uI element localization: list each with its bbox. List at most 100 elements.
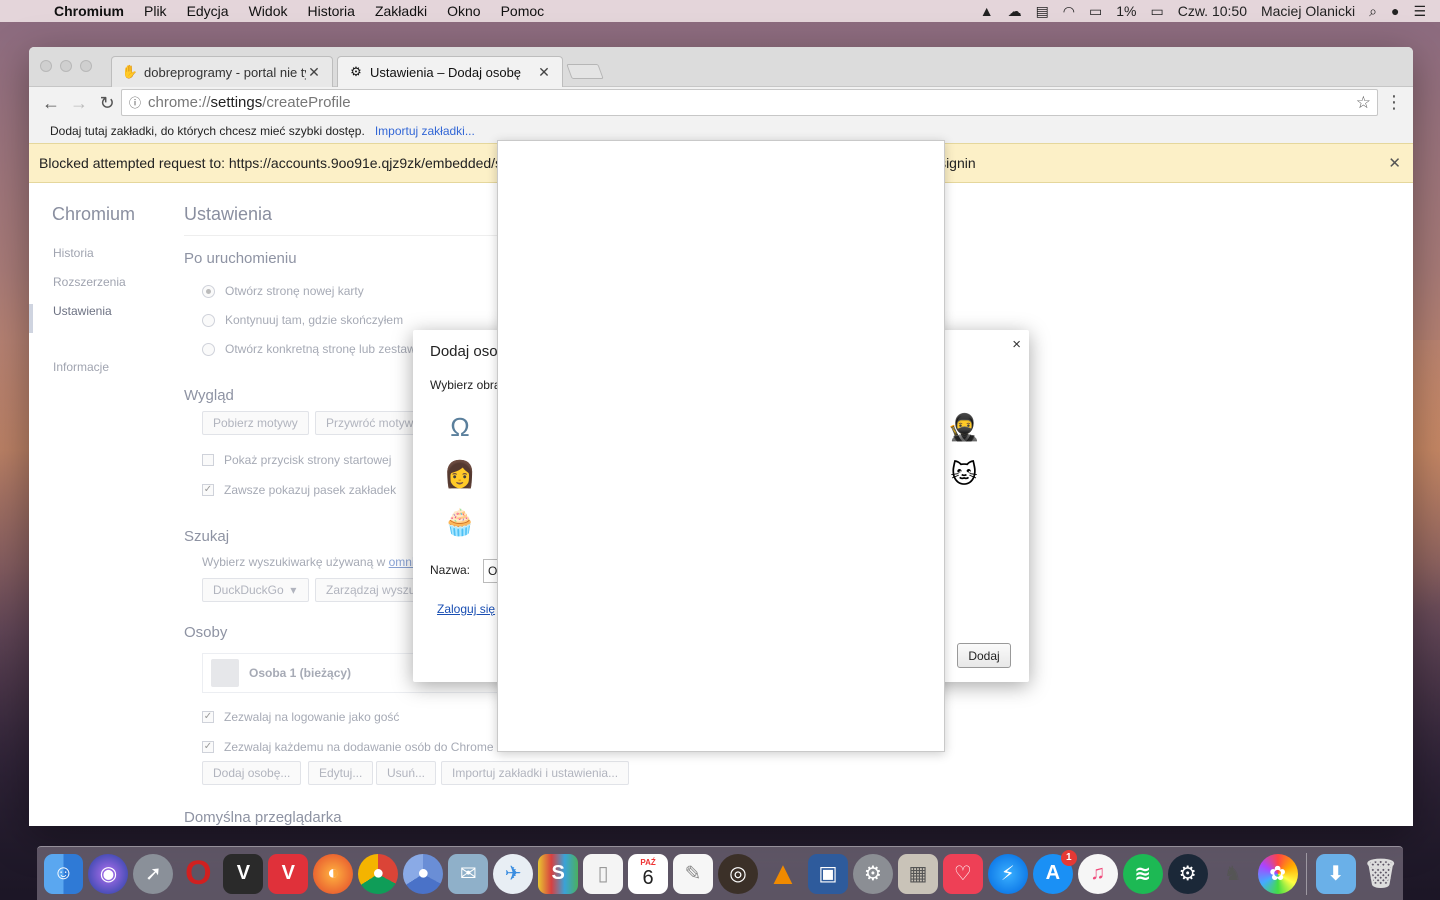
edit-person-button[interactable]: Edytuj... [308,761,374,785]
document-icon[interactable]: ▯ [583,853,624,894]
photos-icon[interactable]: ✿ [1257,853,1298,894]
vivaldi-icon[interactable]: V [268,853,309,894]
system-preferences-icon[interactable]: ⚙ [852,853,893,894]
show-bookmarks-option[interactable]: ✓ Zawsze pokazuj pasek zakładek [202,483,396,497]
import-settings-button[interactable]: Importuj zakładki i ustawienia... [441,761,630,785]
avatar-cupcake-icon[interactable]: 🧁 [443,505,477,539]
menu-bookmarks[interactable]: Zakładki [375,3,427,19]
get-themes-button[interactable]: Pobierz motywy [202,411,309,435]
notification-center-icon[interactable]: ☰ [1413,3,1426,20]
calendar-icon[interactable]: PAŹ 6 [628,853,669,894]
guest-option[interactable]: ✓ Zezwalaj na logowanie jako gość [202,710,399,724]
tab-dobreprogramy[interactable]: ✋ dobreprogramy - portal nie tylk ✕ [111,56,333,87]
forward-icon[interactable]: → [65,89,93,117]
menu-app-name[interactable]: Chromium [54,3,124,19]
sidebar-item-history[interactable]: Historia [53,246,126,275]
startup-option-continue[interactable]: Kontynuuj tam, gdzie skończyłem [202,313,403,327]
preview-icon[interactable]: ✉ [448,853,489,894]
show-home-option[interactable]: Pokaż przycisk strony startowej [202,453,391,467]
itunes-icon[interactable]: ♫ [1077,853,1118,894]
menu-kebab-icon[interactable]: ⋮ [1385,92,1403,113]
address-bar[interactable]: ⓘ chrome://settings/createProfile ☆ [121,89,1378,116]
spotify-icon[interactable]: ≋ [1122,853,1163,894]
checkbox-checked-icon[interactable]: ✓ [202,484,214,496]
finder-icon[interactable]: ☺ [43,853,84,894]
zoom-window-button[interactable] [80,60,92,72]
startup-option-new-tab[interactable]: Otwórz stronę nowej karty [202,284,364,298]
close-infobar-icon[interactable]: ✕ [1388,154,1401,172]
pocket-icon[interactable]: ♡ [942,853,983,894]
trash-icon[interactable]: 🗑 [1361,854,1401,894]
back-icon[interactable]: ← [37,89,65,117]
anyone-add-option[interactable]: ✓ Zezwalaj każdemu na dodawanie osób do C… [202,740,494,754]
avatar-cat-icon[interactable]: 🐱 [947,457,981,491]
audio-icon[interactable]: ◎ [718,853,758,894]
menu-history[interactable]: Historia [308,3,355,19]
manage-search-button[interactable]: Zarządzaj wyszu [315,578,427,602]
sidebar-item-settings[interactable]: Ustawienia [29,304,126,333]
checkbox-checked-icon[interactable]: ✓ [202,741,214,753]
startup-option-specific[interactable]: Otwórz konkretną stronę lub zestaw [202,342,416,356]
launchpad-icon[interactable]: ➚ [133,853,174,894]
import-bookmarks-link[interactable]: Importuj zakładki... [375,124,475,138]
add-button[interactable]: Dodaj [957,643,1011,668]
chrome-icon[interactable]: ● [358,853,399,894]
reload-icon[interactable]: ↻ [93,89,121,117]
gimp-icon[interactable]: ♞ [1213,854,1253,894]
close-tab-icon[interactable]: ✕ [536,64,552,81]
close-tab-icon[interactable]: ✕ [306,64,322,81]
airplay-icon[interactable]: ▭ [1089,3,1102,20]
reset-theme-button[interactable]: Przywróć motyw [315,411,425,435]
user-name[interactable]: Maciej Olanicki [1261,3,1355,19]
virtualbox-icon[interactable]: ▣ [807,853,848,894]
chromium-icon[interactable]: ● [403,853,444,894]
close-icon[interactable]: × [1012,336,1021,353]
sidebar-item-about[interactable]: Informacje [53,360,126,389]
messenger-icon[interactable]: ⚡ [987,853,1028,894]
memory-icon[interactable]: ▤ [1036,3,1049,20]
checkbox-checked-icon[interactable]: ✓ [202,711,214,723]
omnibox-link[interactable]: omni [389,555,415,569]
menu-window[interactable]: Okno [447,3,480,19]
sidebar-item-extensions[interactable]: Rozszerzenia [53,275,126,304]
checkbox-icon[interactable] [202,454,214,466]
spotlight-icon[interactable]: ⌕ [1369,3,1377,20]
siri-icon[interactable]: ● [1391,3,1399,19]
blank-signin-popup[interactable] [497,140,945,752]
steam-icon[interactable]: ⚙ [1167,853,1208,894]
notes-icon[interactable]: ✎ [673,853,714,894]
radio-icon[interactable] [202,342,215,356]
app-store-icon[interactable]: A1 [1032,849,1077,894]
menu-view[interactable]: Widok [249,3,288,19]
remove-person-button[interactable]: Usuń... [376,761,437,785]
slack-icon[interactable]: S [538,853,579,894]
battery-icon[interactable]: ▭ [1150,3,1163,20]
search-engine-select[interactable]: DuckDuckGo ▾ [202,578,309,602]
bookmark-star-icon[interactable]: ☆ [1356,93,1371,113]
downloads-folder-icon[interactable]: ⬇ [1315,853,1356,894]
airmail-icon[interactable]: ✈ [493,853,534,894]
opera-icon[interactable]: O [178,854,218,894]
vlc-icon[interactable]: ▲ [763,854,803,894]
minimize-window-button[interactable] [60,60,72,72]
siri-icon[interactable]: ◉ [88,853,129,894]
battery-percent[interactable]: 1% [1116,3,1136,19]
new-tab-button[interactable] [566,64,604,79]
tab-settings[interactable]: ⚙ Ustawienia – Dodaj osobę ✕ [337,56,563,87]
menu-edit[interactable]: Edycja [187,3,229,19]
menu-help[interactable]: Pomoc [501,3,545,19]
close-window-button[interactable] [40,60,52,72]
info-icon[interactable]: ⓘ [122,94,148,111]
vivaldi-dark-icon[interactable]: V [223,853,264,894]
avatar-outline-icon[interactable]: Ω [443,410,477,444]
avatar-ninja-icon[interactable]: 🥷 [947,410,981,444]
radio-icon[interactable] [202,284,215,298]
creative-cloud-icon[interactable]: ☁ [1008,3,1022,20]
wifi-icon[interactable]: ◠ [1063,3,1075,20]
calculator-icon[interactable]: ▦ [897,853,938,894]
radio-icon[interactable] [202,313,215,327]
add-person-button[interactable]: Dodaj osobę... [202,761,302,785]
vpn-icon[interactable]: ▲ [980,3,994,19]
firefox-icon[interactable]: ◐ [313,853,354,894]
avatar-woman-icon[interactable]: 👩 [443,457,477,491]
